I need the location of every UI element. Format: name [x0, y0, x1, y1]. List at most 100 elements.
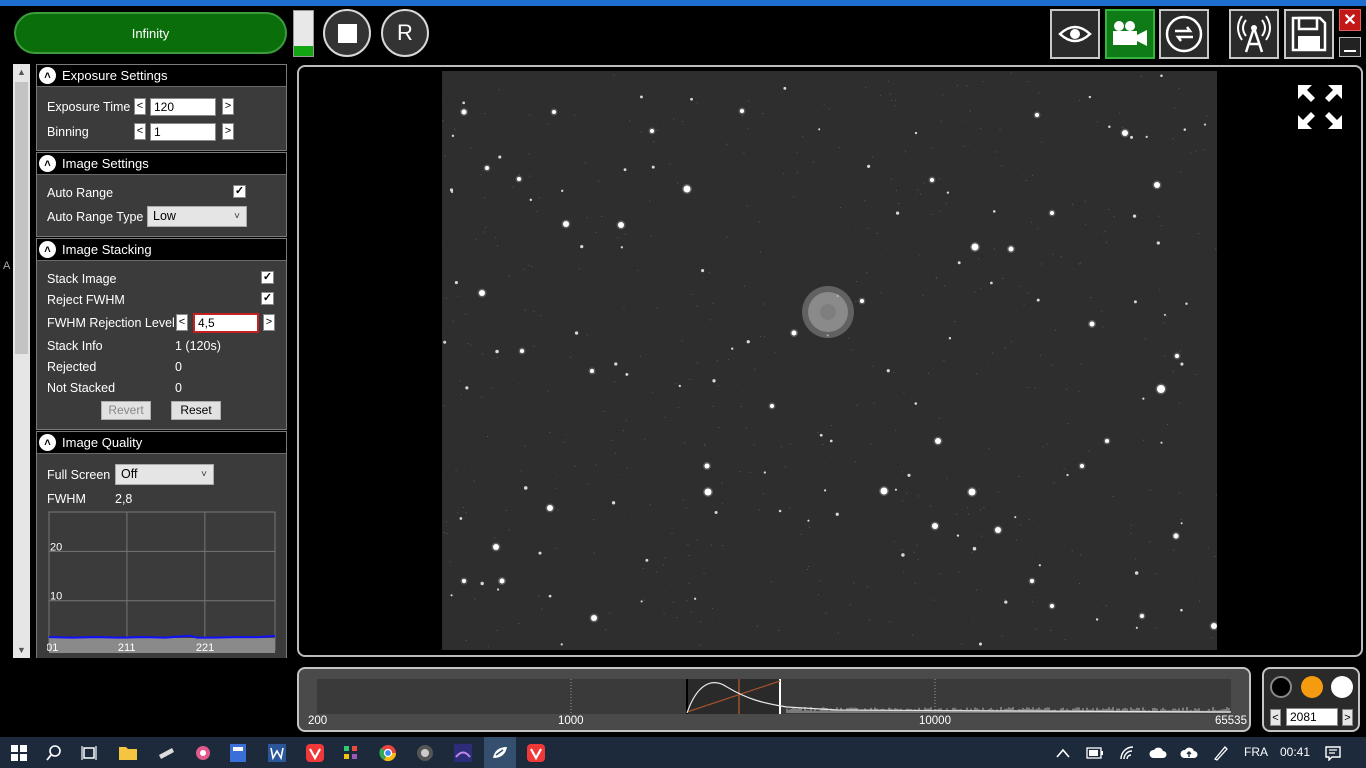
planetarium-app-icon[interactable] [190, 740, 216, 766]
chevron-up-icon[interactable]: ˄ [39, 67, 56, 84]
binning-input[interactable]: 1 [150, 123, 216, 141]
target-infinity-button[interactable]: Infinity [14, 12, 287, 54]
faint-star [1066, 473, 1069, 477]
noise-pixel [1078, 263, 1080, 265]
chevron-up-icon[interactable]: ˄ [39, 434, 56, 451]
noise-pixel [770, 290, 772, 292]
binning-increment[interactable]: > [222, 123, 234, 140]
windows-start-icon[interactable] [6, 740, 32, 766]
noise-pixel [1214, 556, 1216, 558]
noise-pixel [1197, 232, 1199, 234]
search-icon[interactable] [41, 740, 67, 766]
stellarium-icon[interactable] [450, 740, 476, 766]
vivaldi-icon-2[interactable] [523, 740, 549, 766]
noise-pixel [920, 193, 922, 195]
white-color-dot[interactable] [1331, 676, 1353, 698]
video-camera-icon [1113, 21, 1147, 46]
fullscreen-icon[interactable] [1296, 83, 1344, 131]
capture-app-icon[interactable] [487, 740, 513, 766]
battery-icon[interactable] [1082, 740, 1108, 766]
fwhm-rejection-decrement[interactable]: < [176, 314, 188, 331]
sky-image[interactable] [442, 71, 1246, 650]
noise-pixel [1072, 199, 1074, 201]
minimize-button[interactable] [1339, 37, 1361, 57]
vivaldi-icon[interactable] [302, 740, 328, 766]
color-app-icon[interactable] [338, 740, 364, 766]
black-color-dot[interactable] [1270, 676, 1292, 698]
reset-r-button[interactable]: R [381, 9, 429, 57]
image-settings-header[interactable]: ˄ Image Settings [37, 153, 286, 175]
noise-pixel [677, 261, 679, 263]
fwhm-rejection-increment[interactable]: > [263, 314, 275, 331]
cloud-icon[interactable] [1145, 740, 1171, 766]
noise-pixel [659, 558, 661, 560]
scroll-up-icon[interactable]: ▲ [13, 64, 30, 80]
pen-icon[interactable] [1208, 740, 1234, 766]
scroll-thumb[interactable] [15, 82, 28, 354]
calculator-app-icon[interactable] [225, 740, 251, 766]
word-icon[interactable] [264, 740, 290, 766]
stop-button[interactable] [323, 9, 371, 57]
noise-pixel [592, 502, 594, 504]
revert-button[interactable]: Revert [101, 401, 151, 420]
noise-pixel [1145, 233, 1147, 235]
fwhm-value: 2,8 [115, 492, 133, 506]
close-button[interactable]: ✕ [1339, 9, 1361, 31]
auto-range-type-select[interactable]: Low ˅ [147, 206, 247, 227]
zoom-decrement[interactable]: < [1270, 709, 1281, 726]
exposure-time-input[interactable]: 120 [150, 98, 216, 116]
noise-pixel [770, 581, 772, 583]
noise-pixel [510, 226, 512, 228]
histogram[interactable] [317, 679, 1231, 714]
faint-star [778, 509, 782, 513]
stack-image-checkbox[interactable]: ✓ [261, 271, 274, 284]
file-explorer-icon[interactable] [115, 740, 141, 766]
telescope-app-icon[interactable] [153, 740, 179, 766]
noise-pixel [820, 593, 822, 595]
task-view-icon[interactable] [76, 740, 102, 766]
notifications-icon[interactable] [1320, 740, 1346, 766]
noise-pixel [628, 516, 630, 518]
full-screen-select[interactable]: Off ˅ [115, 464, 214, 485]
cloud-upload-icon[interactable] [1176, 740, 1202, 766]
chrome-icon[interactable] [375, 740, 401, 766]
image-quality-header[interactable]: ˄ Image Quality [37, 432, 286, 454]
zoom-input[interactable]: 2081 [1286, 708, 1338, 726]
chevron-up-icon[interactable]: ˄ [39, 241, 56, 258]
auto-range-checkbox[interactable]: ✓ [233, 185, 246, 198]
scroll-down-icon[interactable]: ▼ [13, 642, 30, 658]
reset-button[interactable]: Reset [171, 401, 221, 420]
exposure-time-decrement[interactable]: < [134, 98, 146, 115]
astro-app-icon[interactable] [412, 740, 438, 766]
eye-button[interactable] [1050, 9, 1100, 59]
noise-pixel [549, 611, 551, 613]
wifi-icon[interactable] [1114, 740, 1140, 766]
noise-pixel [1037, 228, 1039, 230]
noise-pixel [1160, 439, 1162, 441]
zoom-increment[interactable]: > [1342, 709, 1353, 726]
video-camera-button[interactable] [1105, 9, 1155, 59]
orange-color-dot[interactable] [1301, 676, 1323, 698]
reject-fwhm-checkbox[interactable]: ✓ [261, 292, 274, 305]
chevron-up-tray-icon[interactable] [1050, 740, 1076, 766]
noise-pixel [609, 612, 611, 614]
clock[interactable]: 00:41 [1280, 745, 1310, 759]
loop-button[interactable] [1159, 9, 1209, 59]
noise-pixel [546, 537, 548, 539]
noise-pixel [962, 125, 964, 127]
save-button[interactable] [1284, 9, 1334, 59]
faint-star [948, 336, 952, 340]
exposure-settings-header[interactable]: ˄ Exposure Settings [37, 65, 286, 87]
noise-pixel [1105, 605, 1107, 607]
faint-star [498, 155, 502, 159]
language-indicator[interactable]: FRA [1244, 745, 1268, 759]
exposure-time-increment[interactable]: > [222, 98, 234, 115]
image-stacking-header[interactable]: ˄ Image Stacking [37, 239, 286, 261]
broadcast-button[interactable] [1229, 9, 1279, 59]
star [1030, 579, 1034, 583]
binning-decrement[interactable]: < [134, 123, 146, 140]
settings-scrollbar[interactable]: ▲ ▼ [13, 64, 30, 658]
chevron-up-icon[interactable]: ˄ [39, 155, 56, 172]
fwhm-rejection-input[interactable]: 4,5 [193, 313, 259, 333]
noise-pixel [758, 509, 760, 511]
